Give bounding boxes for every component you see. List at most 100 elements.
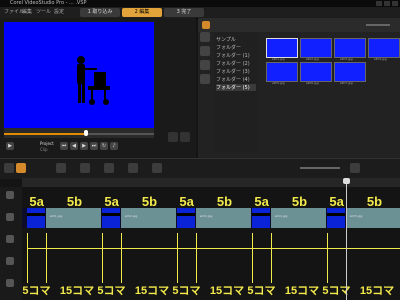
folder-item[interactable]: サンプル — [216, 36, 236, 43]
segment-frame-label: 15コマ — [59, 285, 95, 297]
segment-top-label: 5b — [366, 194, 383, 209]
project-mode-label[interactable]: Project — [40, 141, 54, 146]
title-bar: Corel VideoStudio Pro - ... .VSP — [0, 0, 400, 7]
volume-icon[interactable]: ♪ — [110, 142, 118, 150]
segment-top-label: 5a — [104, 194, 119, 209]
undo-icon[interactable] — [56, 163, 66, 173]
blue-clip[interactable] — [102, 208, 120, 228]
library-toolbar — [198, 18, 400, 32]
segment-top-label: 5b — [141, 194, 158, 209]
title-icon[interactable] — [200, 46, 210, 56]
photo-clip[interactable]: silh2.jpg — [120, 208, 176, 228]
thumbnail-label: silh3.jpg — [340, 57, 353, 61]
segment-span-line — [195, 248, 252, 249]
thumbnail-label: silh5.jpg — [272, 81, 285, 85]
auto-music-icon[interactable] — [152, 163, 162, 173]
timeline-playhead-line — [346, 178, 347, 300]
preview-side-tools — [160, 22, 194, 152]
clip-label: silh3.jpg — [199, 214, 213, 218]
library-categories — [198, 32, 212, 112]
thumbnail-label: silh4.jpg — [374, 57, 387, 61]
menu-settings[interactable]: 設定 — [54, 8, 64, 15]
segment-frame-label: 5コマ — [172, 285, 201, 297]
segment-span-line — [177, 248, 196, 249]
menu-tools[interactable]: ツール — [36, 8, 51, 15]
folder-item-selected[interactable]: フォルダー (5) — [216, 84, 256, 91]
photo-clip[interactable]: silh1.jpg — [45, 208, 101, 228]
clip-label: silh1.jpg — [49, 214, 63, 218]
photo-clip[interactable]: silh5.jpg — [345, 208, 400, 228]
window-controls — [376, 1, 398, 6]
media-icon[interactable] — [202, 21, 210, 29]
timeline-view-icon[interactable] — [16, 163, 26, 173]
repeat-icon[interactable]: ↻ — [100, 142, 108, 150]
segment-span-line — [27, 248, 46, 249]
segment-frame-label: 15コマ — [284, 285, 320, 297]
filter-icon[interactable] — [200, 74, 210, 84]
mixer-icon[interactable] — [128, 163, 138, 173]
photo-clip[interactable]: silh3.jpg — [195, 208, 251, 228]
voice-track-icon[interactable] — [6, 257, 14, 265]
menu-edit[interactable]: 編集 — [22, 8, 32, 15]
redo-icon[interactable] — [80, 163, 90, 173]
music-track-icon[interactable] — [6, 279, 14, 287]
thumbnail[interactable] — [266, 62, 298, 82]
blue-clip[interactable] — [177, 208, 195, 228]
photo-clip[interactable]: silh4.jpg — [270, 208, 326, 228]
timeline-playhead[interactable] — [343, 178, 350, 184]
thumbnail-label: silh2.jpg — [306, 57, 319, 61]
next-frame-icon[interactable]: ▶ — [80, 142, 88, 150]
preview-screen — [4, 22, 154, 128]
mark-in-icon[interactable] — [168, 132, 178, 142]
thumbnail[interactable] — [334, 62, 366, 82]
segment-span-line — [120, 248, 177, 249]
segment-divider — [27, 233, 28, 283]
minimize-button[interactable] — [376, 1, 382, 6]
folder-item[interactable]: フォルダー (1) — [216, 52, 250, 59]
thumbnail-label: silh1.jpg — [272, 57, 285, 61]
blue-clip[interactable] — [27, 208, 45, 228]
prev-frame-icon[interactable]: ◀ — [70, 142, 78, 150]
tab-capture[interactable]: 1 取り込み — [80, 8, 120, 17]
maximize-button[interactable] — [384, 1, 390, 6]
graphic-icon[interactable] — [200, 60, 210, 70]
segment-span-line — [102, 248, 121, 249]
mark-out-icon[interactable] — [180, 132, 190, 142]
menu-file[interactable]: ファイル — [4, 8, 24, 15]
folder-item[interactable]: フォルダー (2) — [216, 60, 250, 67]
end-icon[interactable]: ⏭ — [90, 142, 98, 150]
segment-frame-label: 5コマ — [247, 285, 276, 297]
blue-clip[interactable] — [252, 208, 270, 228]
thumb-size-slider[interactable] — [366, 24, 390, 26]
play-icon[interactable]: ▶ — [6, 142, 14, 150]
tab-share[interactable]: 3 完了 — [164, 8, 204, 17]
zoom-slider[interactable] — [300, 167, 340, 169]
overlay-track-icon[interactable] — [6, 213, 14, 221]
folder-item[interactable]: フォルダー (3) — [216, 68, 250, 75]
scrubber-handle[interactable] — [84, 130, 88, 136]
home-icon[interactable]: ⏮ — [60, 142, 68, 150]
title-track-icon[interactable] — [6, 235, 14, 243]
tab-edit[interactable]: 2 編集 — [122, 8, 162, 17]
fit-timeline-icon[interactable] — [350, 163, 360, 173]
thumbnail[interactable] — [300, 38, 332, 58]
silhouette-image — [77, 56, 110, 105]
segment-top-label: 5a — [179, 194, 194, 209]
close-button[interactable] — [392, 1, 398, 6]
thumbnail-label: silh7.jpg — [340, 81, 353, 85]
video-track-icon[interactable] — [6, 191, 14, 199]
thumbnail[interactable] — [368, 38, 400, 58]
clip-mode-label[interactable]: Clip — [40, 147, 48, 152]
segment-frame-label: 15コマ — [209, 285, 245, 297]
thumbnail[interactable] — [266, 38, 298, 58]
folder-item[interactable]: フォルダー (4) — [216, 76, 250, 83]
record-icon[interactable] — [104, 163, 114, 173]
segment-top-label: 5b — [291, 194, 308, 209]
blue-clip[interactable] — [327, 208, 345, 228]
transition-icon[interactable] — [200, 32, 210, 42]
segment-frame-label: 15コマ — [359, 285, 395, 297]
storyboard-view-icon[interactable] — [4, 163, 14, 173]
folder-item[interactable]: フォルダー — [216, 44, 241, 51]
thumbnail[interactable] — [334, 38, 366, 58]
thumbnail[interactable] — [300, 62, 332, 82]
